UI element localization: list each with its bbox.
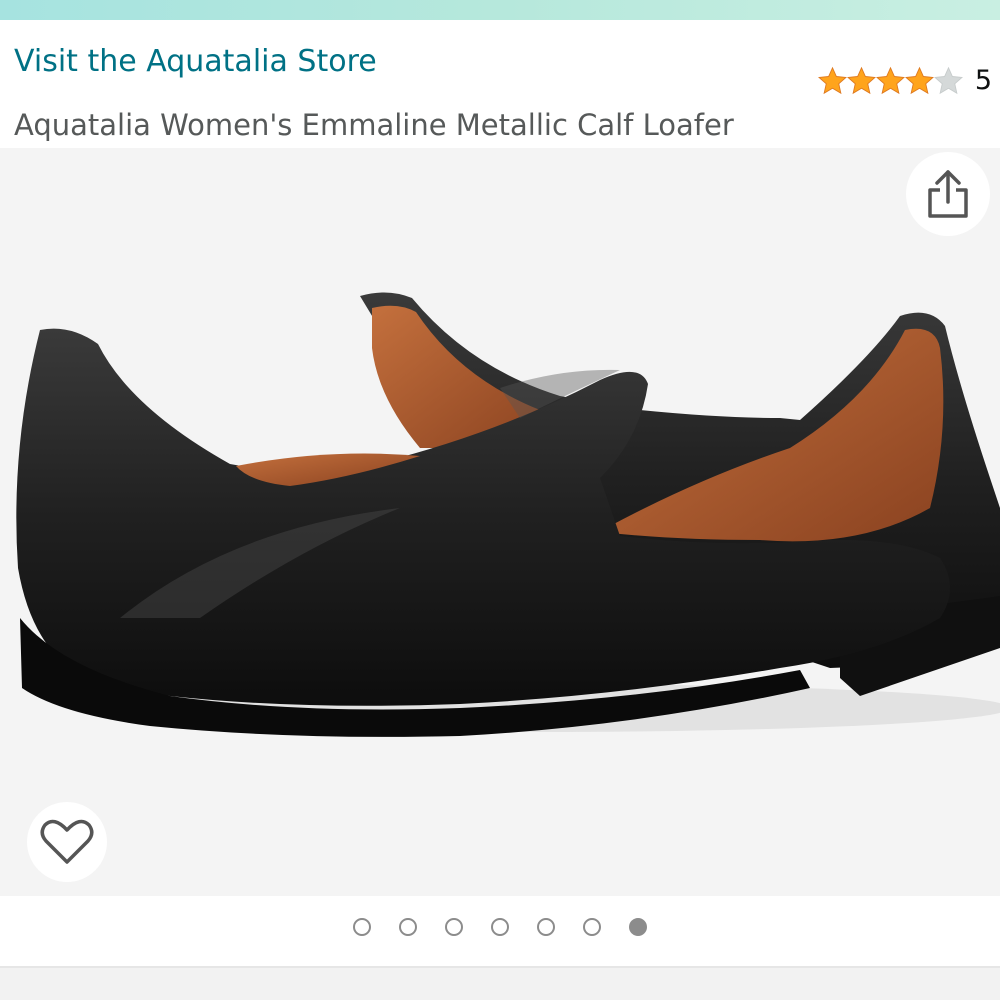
rating-summary[interactable]: 5 <box>817 62 992 98</box>
product-title: Aquatalia Women's Emmaline Metallic Calf… <box>14 108 734 142</box>
star-filled-icon <box>817 66 847 94</box>
pagination-dot[interactable] <box>537 918 555 936</box>
heart-icon <box>40 819 94 864</box>
bottom-strip <box>0 968 1000 1000</box>
pagination-dot[interactable] <box>445 918 463 936</box>
rating-count[interactable]: 5 <box>975 65 992 96</box>
product-image-gallery[interactable] <box>0 148 1000 896</box>
image-pagination <box>0 896 1000 958</box>
pagination-dot[interactable] <box>491 918 509 936</box>
share-icon <box>928 170 968 218</box>
star-filled-icon <box>875 66 905 94</box>
store-link[interactable]: Visit the Aquatalia Store <box>14 44 377 79</box>
pagination-dot[interactable] <box>353 918 371 936</box>
star-empty-icon <box>933 66 963 94</box>
star-rating[interactable] <box>817 66 963 95</box>
pagination-dot[interactable] <box>629 918 647 936</box>
wishlist-button[interactable] <box>27 802 107 882</box>
share-button[interactable] <box>906 152 990 236</box>
star-filled-icon <box>904 66 934 94</box>
product-image[interactable] <box>0 148 1000 896</box>
star-filled-icon <box>846 66 876 94</box>
top-accent-bar <box>0 0 1000 20</box>
pagination-dot[interactable] <box>399 918 417 936</box>
pagination-dot[interactable] <box>583 918 601 936</box>
